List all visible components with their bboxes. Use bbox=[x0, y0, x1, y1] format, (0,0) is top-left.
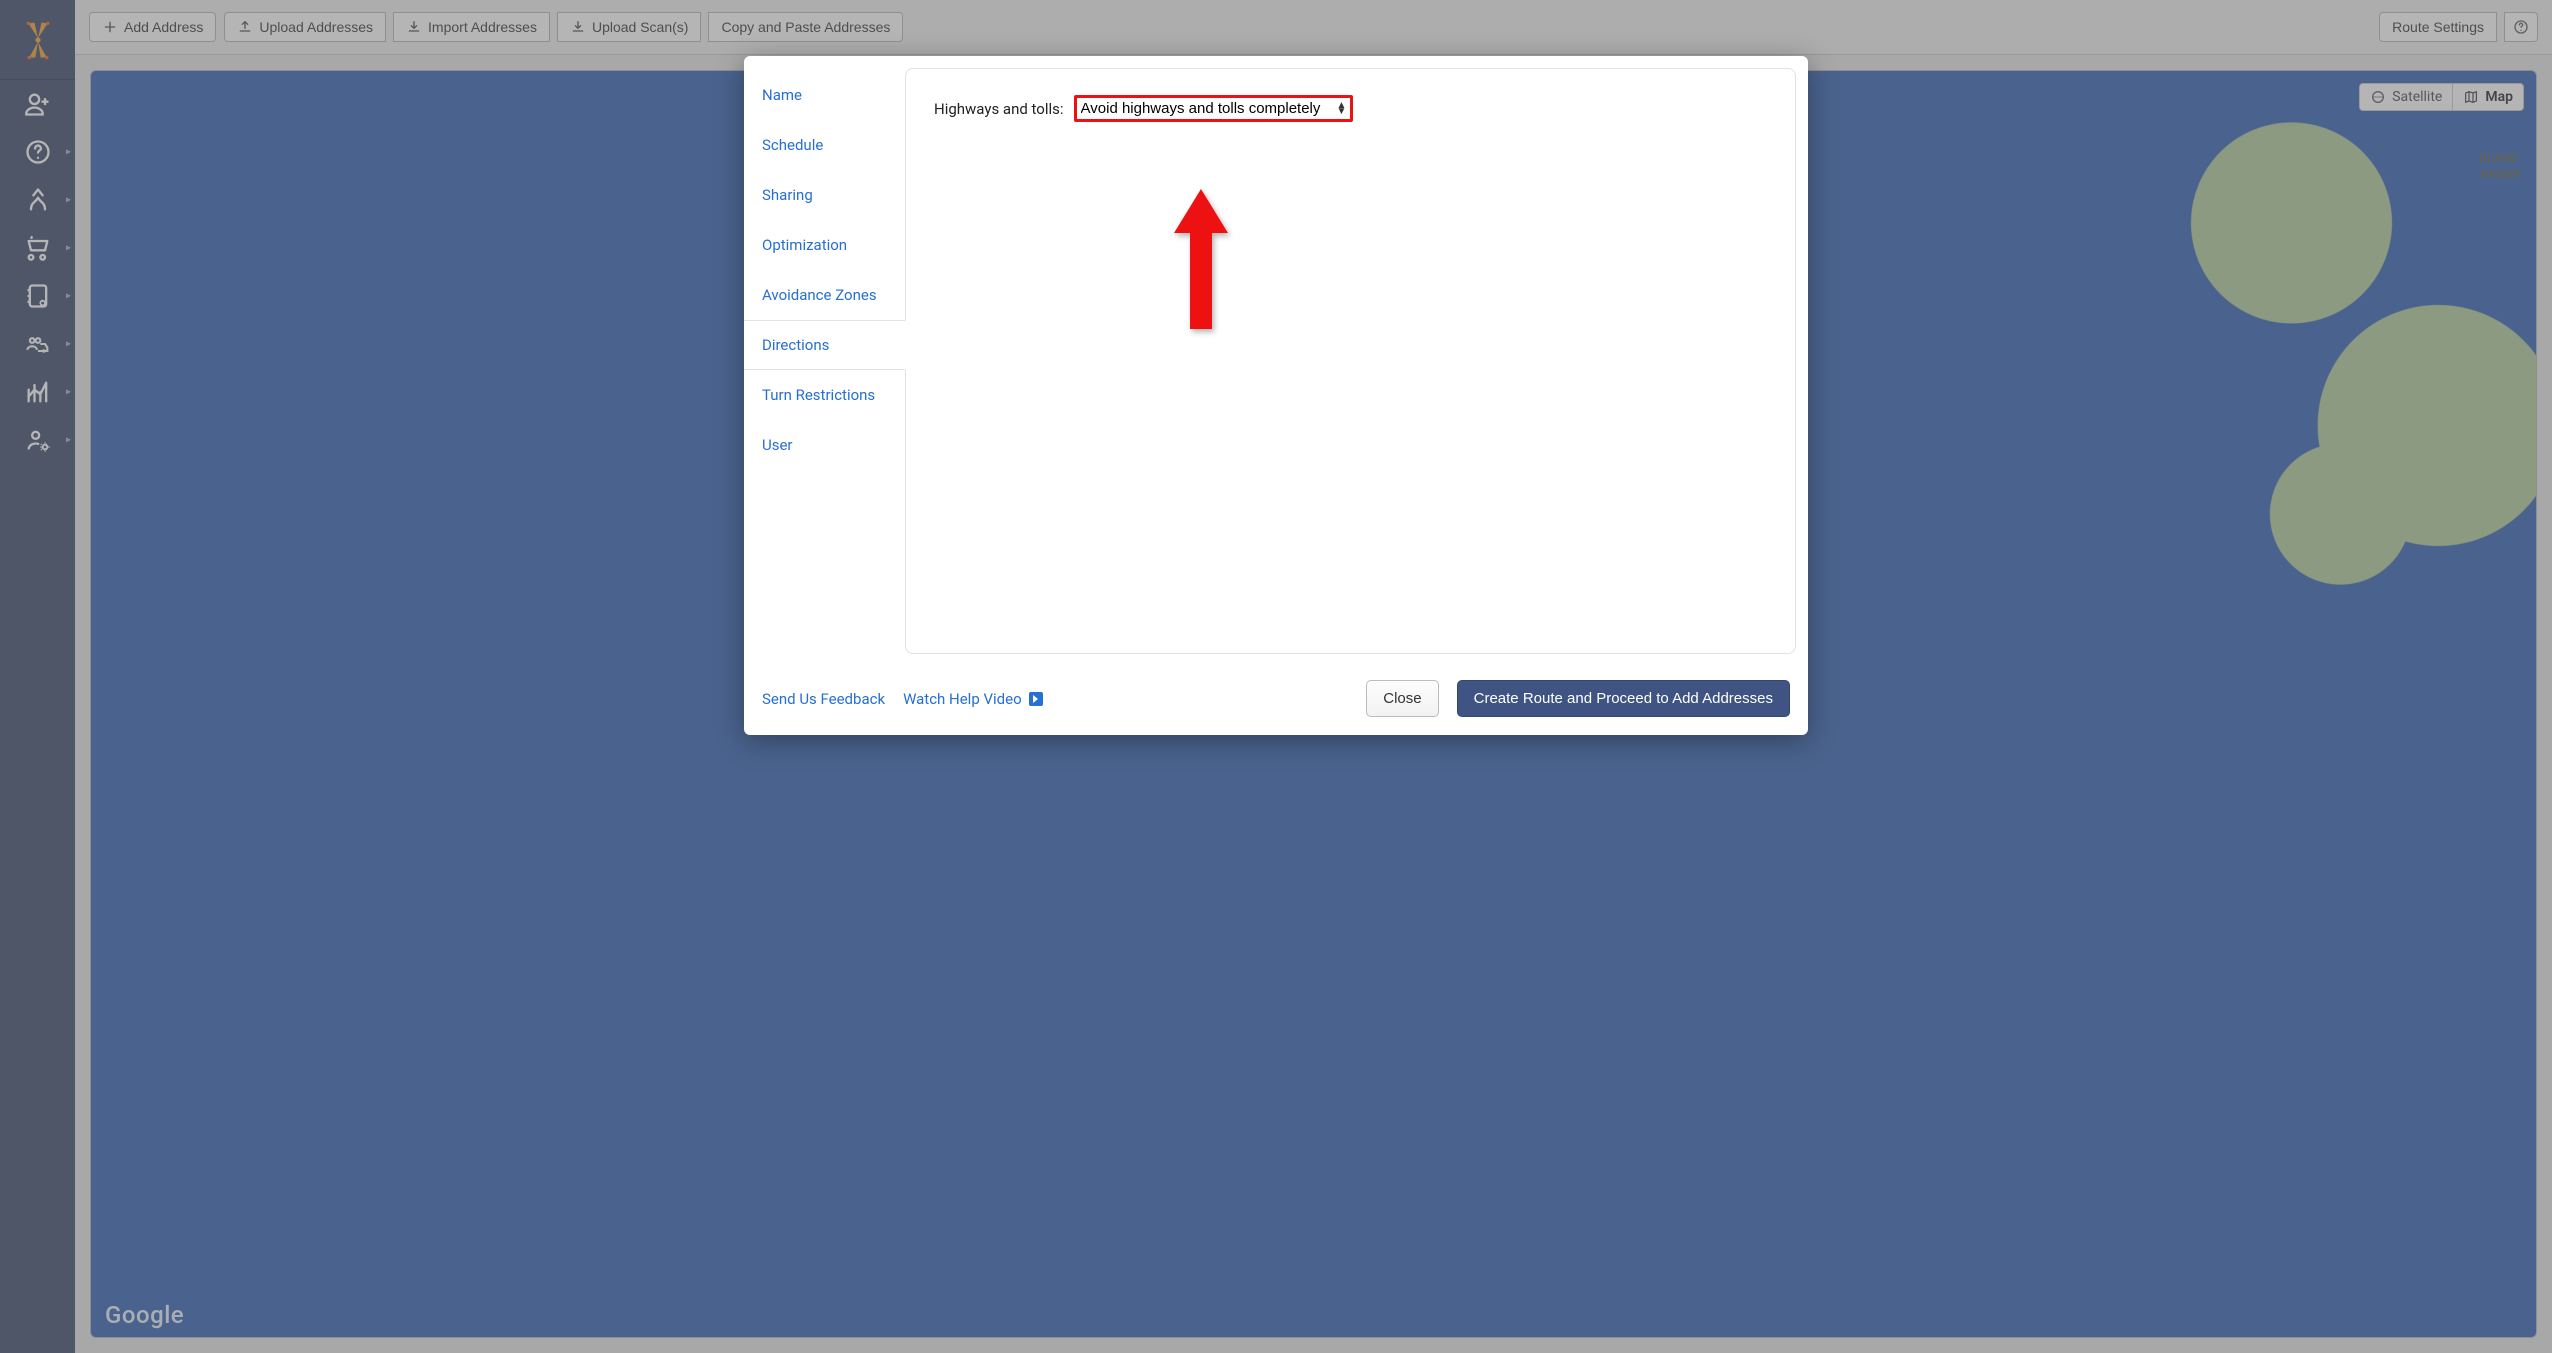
tab-schedule[interactable]: Schedule bbox=[744, 120, 906, 170]
watch-video-link[interactable]: Watch Help Video bbox=[903, 690, 1043, 708]
highways-tolls-select[interactable]: Avoid highways and tolls completely bbox=[1081, 100, 1337, 117]
tab-optimization[interactable]: Optimization bbox=[744, 220, 906, 270]
modal-footer: Send Us Feedback Watch Help Video Close … bbox=[744, 666, 1808, 735]
tab-avoidance[interactable]: Avoidance Zones bbox=[744, 270, 906, 320]
attention-arrow bbox=[1174, 189, 1228, 333]
tab-turn[interactable]: Turn Restrictions bbox=[744, 370, 906, 420]
tab-sharing[interactable]: Sharing bbox=[744, 170, 906, 220]
tab-user[interactable]: User bbox=[744, 420, 906, 470]
highways-tolls-highlight: Avoid highways and tolls completely ▲▼ bbox=[1074, 95, 1354, 122]
arrow-up-icon bbox=[1174, 189, 1228, 329]
close-button[interactable]: Close bbox=[1366, 680, 1438, 717]
settings-content: Highways and tolls: Avoid highways and t… bbox=[905, 68, 1796, 654]
tab-name[interactable]: Name bbox=[744, 70, 906, 120]
route-settings-modal: Name Schedule Sharing Optimization Avoid… bbox=[744, 56, 1808, 735]
create-route-button[interactable]: Create Route and Proceed to Add Addresse… bbox=[1457, 680, 1790, 717]
settings-tabs: Name Schedule Sharing Optimization Avoid… bbox=[744, 56, 906, 666]
select-updown-icon: ▲▼ bbox=[1337, 103, 1347, 115]
watch-video-label: Watch Help Video bbox=[903, 690, 1022, 708]
highways-tolls-row: Highways and tolls: Avoid highways and t… bbox=[934, 95, 1767, 122]
highways-tolls-label: Highways and tolls: bbox=[934, 100, 1064, 118]
tab-directions[interactable]: Directions bbox=[744, 320, 906, 370]
video-play-icon bbox=[1029, 692, 1043, 706]
send-feedback-link[interactable]: Send Us Feedback bbox=[762, 690, 885, 708]
